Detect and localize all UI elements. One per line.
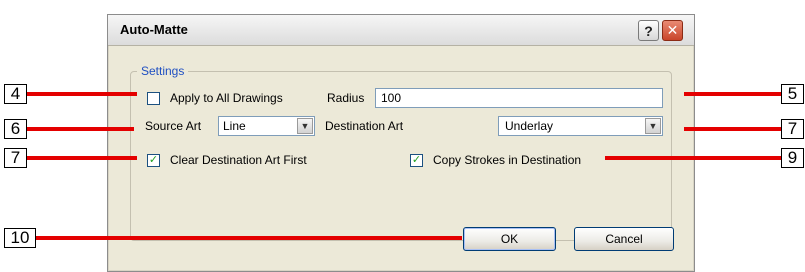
checkmark-icon: ✓ <box>411 154 422 166</box>
callout-line-7-right <box>684 127 781 131</box>
title-bar[interactable]: Auto-Matte ? ✕ <box>108 15 694 46</box>
source-art-label: Source Art <box>145 119 202 133</box>
close-button[interactable]: ✕ <box>662 20 683 41</box>
radius-label: Radius <box>327 91 365 105</box>
question-mark-icon: ? <box>644 22 653 39</box>
auto-matte-dialog: Auto-Matte ? ✕ Settings Apply to All Dra… <box>107 14 695 272</box>
source-art-value: Line <box>223 119 246 133</box>
help-button[interactable]: ? <box>638 20 659 41</box>
copy-strokes-in-destination-checkbox[interactable]: ✓ <box>410 154 423 167</box>
close-icon: ✕ <box>666 22 679 38</box>
source-art-select[interactable]: Line ▼ <box>218 116 315 136</box>
apply-to-all-drawings-checkbox[interactable] <box>147 92 160 105</box>
ok-button[interactable]: OK <box>463 227 556 251</box>
chevron-down-icon[interactable]: ▼ <box>297 118 313 134</box>
callout-line-6 <box>27 127 134 131</box>
callout-4: 4 <box>4 84 27 104</box>
destination-art-select[interactable]: Underlay ▼ <box>498 116 663 136</box>
callout-line-5 <box>684 92 781 96</box>
callout-line-10 <box>36 236 462 240</box>
callout-line-7-left <box>27 156 137 160</box>
destination-art-value: Underlay <box>505 119 554 133</box>
chevron-down-icon[interactable]: ▼ <box>645 118 661 134</box>
copy-strokes-in-destination-label: Copy Strokes in Destination <box>433 153 582 167</box>
callout-5: 5 <box>781 84 804 104</box>
checkmark-icon: ✓ <box>148 154 159 166</box>
clear-destination-art-first-label: Clear Destination Art First <box>170 153 307 167</box>
destination-art-label: Destination Art <box>325 119 404 133</box>
callout-10: 10 <box>4 228 36 248</box>
settings-group-label: Settings <box>137 64 189 78</box>
callout-9: 9 <box>781 148 804 168</box>
cancel-button[interactable]: Cancel <box>574 227 674 251</box>
apply-to-all-drawings-label: Apply to All Drawings <box>170 91 283 105</box>
callout-6: 6 <box>4 119 27 139</box>
window-title: Auto-Matte <box>120 22 188 37</box>
callout-line-4 <box>27 92 137 96</box>
callout-7-right: 7 <box>781 119 804 139</box>
callout-7-left: 7 <box>4 148 27 168</box>
callout-line-9 <box>605 156 781 160</box>
clear-destination-art-first-checkbox[interactable]: ✓ <box>147 154 160 167</box>
radius-input[interactable]: 100 <box>375 88 663 108</box>
